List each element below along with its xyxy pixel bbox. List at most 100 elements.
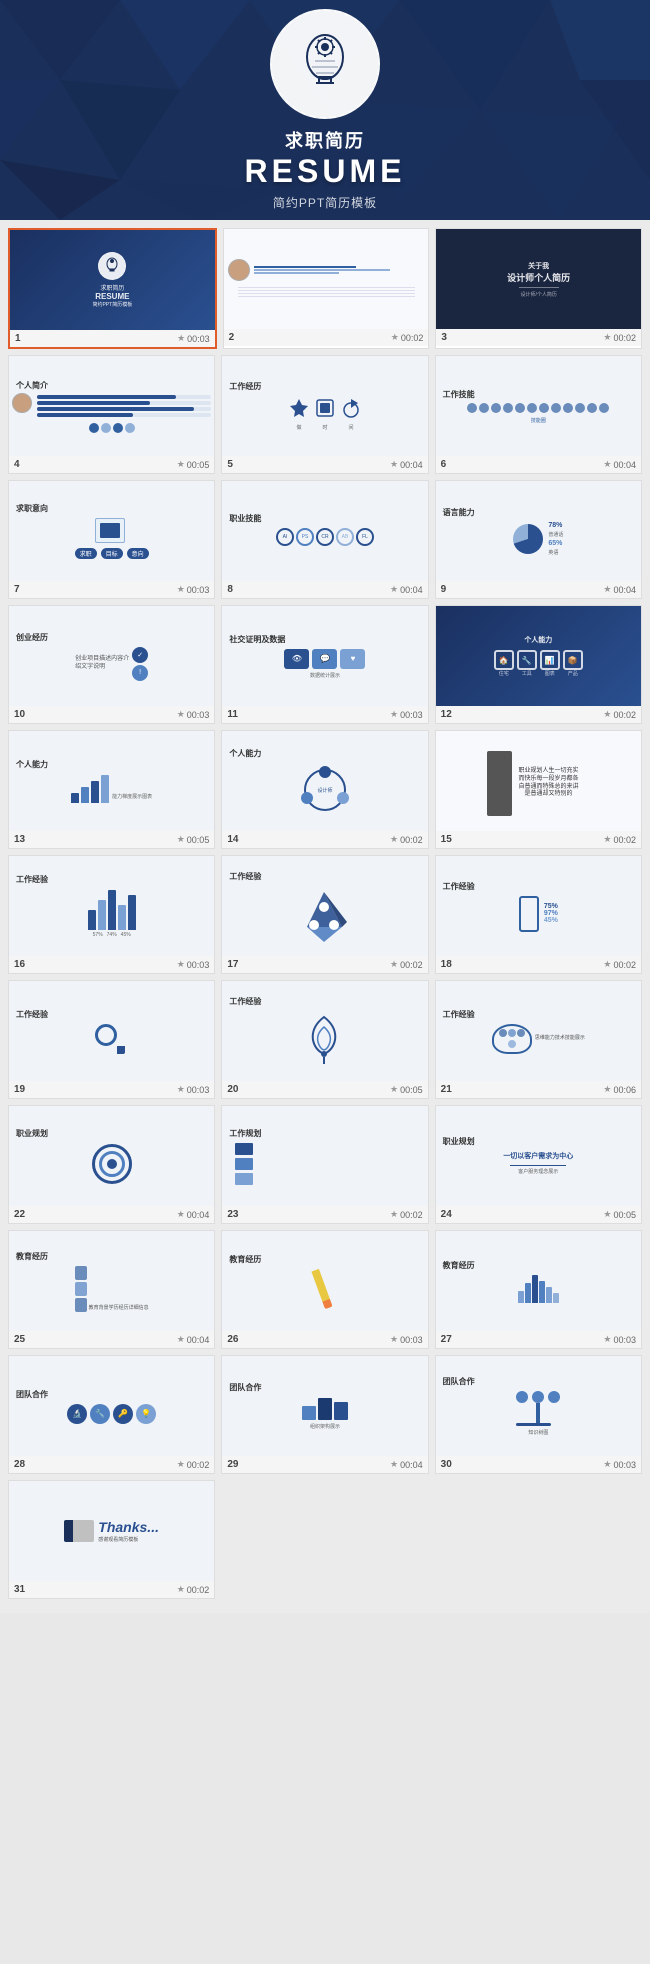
slide-7[interactable]: 求职意向 求职目标意向 xyxy=(8,480,215,599)
slide-row-9: 教育经历 教育背景学历经历详细信息 25 ★ 00:04 xyxy=(8,1230,642,1349)
slide-4-num: 4 xyxy=(14,459,20,470)
slide-4[interactable]: 个人简介 xyxy=(8,355,215,474)
slide-15-num: 15 xyxy=(441,834,452,845)
slide-13-time: ★ 00:05 xyxy=(177,834,210,845)
slide-28-time: ★ 00:02 xyxy=(177,1459,210,1470)
slide-27-time: ★ 00:03 xyxy=(603,1334,636,1345)
slide-6[interactable]: 工作技能 技能圈 6 ★ 00:04 xyxy=(435,355,642,474)
slide-11[interactable]: 社交证明及数据 👁 💬 ♥ 数据统计展示 xyxy=(221,605,428,724)
slide-12-time: ★ 00:02 xyxy=(603,709,636,720)
slide-3-num: 3 xyxy=(441,332,447,343)
slide-7-time: ★ 00:03 xyxy=(177,584,210,595)
slide-row-6: 工作经验 57%74%45% 16 ★ 00:03 xyxy=(8,855,642,974)
slide-24[interactable]: 职业规划 一切以客户需求为中心 客户服务理念展示 24 ★ 00:05 xyxy=(435,1105,642,1224)
slide-3[interactable]: 关于我 设计师个人简历 设计师/个人简历 3 ★ 00:02 xyxy=(435,228,642,349)
slide-15[interactable]: 职业规划人生一切充实而快乐每一段岁月都各自普通而特殊总的来讲是普通却又特别的 1… xyxy=(435,730,642,849)
hero-subtitle: 简约PPT简历模板 xyxy=(245,194,406,211)
slide-29-time: ★ 00:04 xyxy=(390,1459,423,1470)
slide-2[interactable]: 2 ★ 00:02 xyxy=(223,228,430,349)
slide-row-7: 工作经验 19 ★ 00 xyxy=(8,980,642,1099)
slide-12-num: 12 xyxy=(441,709,452,720)
slide-4-time: ★ 00:05 xyxy=(177,459,210,470)
slide-22[interactable]: 职业规划 22 ★ 00:04 xyxy=(8,1105,215,1224)
slide-2-time: ★ 00:02 xyxy=(391,332,424,343)
slide-16[interactable]: 工作经验 57%74%45% 16 ★ 00:03 xyxy=(8,855,215,974)
slide-24-num: 24 xyxy=(441,1209,452,1220)
slide-31[interactable]: Thanks... 感谢观看简历模板 31 ★ 00:02 xyxy=(8,1480,215,1599)
slide-20-time: ★ 00:05 xyxy=(390,1084,423,1095)
slide-22-num: 22 xyxy=(14,1209,25,1220)
slide-row-4: 创业经历 创业项目描述内容介绍文字说明 ✓ ! xyxy=(8,605,642,724)
slide-27[interactable]: 教育经历 27 ★ 00:03 xyxy=(435,1230,642,1349)
slide-3-time: ★ 00:02 xyxy=(603,332,636,343)
slide-1[interactable]: 求职简历 RESUME 简约PPT简历模板 1 ★ 00:03 xyxy=(8,228,217,349)
slide-28[interactable]: 团队合作 🔬 🔧 🔑 💡 28 ★ 00:02 xyxy=(8,1355,215,1474)
svg-text:设计师: 设计师 xyxy=(317,787,332,794)
slide-18-num: 18 xyxy=(441,959,452,970)
slide-5-num: 5 xyxy=(227,459,233,470)
slide-6-num: 6 xyxy=(441,459,447,470)
slide-13[interactable]: 个人能力 能力梯度展示图表 13 ★ 00:05 xyxy=(8,730,215,849)
slide-17-time: ★ 00:02 xyxy=(390,959,423,970)
slide-18-time: ★ 00:02 xyxy=(603,959,636,970)
slide-8-num: 8 xyxy=(227,584,233,595)
slide-30[interactable]: 团队合作 知识树图 xyxy=(435,1355,642,1474)
slide-30-num: 30 xyxy=(441,1459,452,1470)
slide-5-time: ★ 00:04 xyxy=(390,459,423,470)
slide-5[interactable]: 工作经历 做 时 间 xyxy=(221,355,428,474)
slide-9-time: ★ 00:04 xyxy=(603,584,636,595)
slide-25[interactable]: 教育经历 教育背景学历经历详细信息 25 ★ 00:04 xyxy=(8,1230,215,1349)
brain-gear-icon xyxy=(290,29,360,99)
slide-15-time: ★ 00:02 xyxy=(603,834,636,845)
slide-31-time: ★ 00:02 xyxy=(177,1584,210,1595)
slide-25-time: ★ 00:04 xyxy=(177,1334,210,1345)
hero-title-en: RESUME xyxy=(245,153,406,190)
slide-row-2: 个人简介 xyxy=(8,355,642,474)
slide-21-time: ★ 00:06 xyxy=(603,1084,636,1095)
slide-grid: 求职简历 RESUME 简约PPT简历模板 1 ★ 00:03 xyxy=(0,220,650,1613)
slide-17-num: 17 xyxy=(227,959,238,970)
hero-logo-circle xyxy=(270,9,380,119)
slide-23-num: 23 xyxy=(227,1209,238,1220)
slide-27-num: 27 xyxy=(441,1334,452,1345)
slide-row-5: 个人能力 能力梯度展示图表 13 ★ 00:05 xyxy=(8,730,642,849)
slide-19[interactable]: 工作经验 19 ★ 00 xyxy=(8,980,215,1099)
hero-title-cn: 求职简历 xyxy=(245,127,406,153)
slide-13-num: 13 xyxy=(14,834,25,845)
slide-row-10: 团队合作 🔬 🔧 🔑 💡 28 ★ 00:02 团队合作 xyxy=(8,1355,642,1474)
slide-2-num: 2 xyxy=(229,332,235,343)
slide-18[interactable]: 工作经验 75% 97% 45% 18 ★ 00:02 xyxy=(435,855,642,974)
slide-16-time: ★ 00:03 xyxy=(177,959,210,970)
slide-row-8: 职业规划 22 ★ 00:04 工作 xyxy=(8,1105,642,1224)
slide-20[interactable]: 工作经验 20 ★ 00:05 xyxy=(221,980,428,1099)
slide-21[interactable]: 工作经验 思维能力技术技能展示 xyxy=(435,980,642,1099)
slide-14[interactable]: 个人能力 设计师 xyxy=(221,730,428,849)
slide-26[interactable]: 教育经历 26 ★ 00:03 xyxy=(221,1230,428,1349)
slide-20-num: 20 xyxy=(227,1084,238,1095)
hero-banner: 求职简历 RESUME 简约PPT简历模板 xyxy=(0,0,650,220)
slide-24-time: ★ 00:05 xyxy=(603,1209,636,1220)
slide-26-time: ★ 00:03 xyxy=(390,1334,423,1345)
slide-11-num: 11 xyxy=(227,709,238,720)
slide-14-num: 14 xyxy=(227,834,238,845)
slide-row-3: 求职意向 求职目标意向 xyxy=(8,480,642,599)
slide-29-num: 29 xyxy=(227,1459,238,1470)
slide-10[interactable]: 创业经历 创业项目描述内容介绍文字说明 ✓ ! xyxy=(8,605,215,724)
slide-6-time: ★ 00:04 xyxy=(603,459,636,470)
slide-8-time: ★ 00:04 xyxy=(390,584,423,595)
slide-12[interactable]: 个人能力 🏠 住宅 🔧 工具 📊 图表 xyxy=(435,605,642,724)
slide-22-time: ★ 00:04 xyxy=(177,1209,210,1220)
slide-14-time: ★ 00:02 xyxy=(390,834,423,845)
slide-8[interactable]: 职业技能 AI PS CR AB FL 8 ★ 00:04 xyxy=(221,480,428,599)
slide-9-num: 9 xyxy=(441,584,447,595)
hero-content: 求职简历 RESUME 简约PPT简历模板 xyxy=(245,9,406,211)
slide-row-11: Thanks... 感谢观看简历模板 31 ★ 00:02 xyxy=(8,1480,642,1599)
slide-row-1: 求职简历 RESUME 简约PPT简历模板 1 ★ 00:03 xyxy=(8,228,642,349)
slide-29[interactable]: 团队合作 组织架构展示 29 ★ 00:04 xyxy=(221,1355,428,1474)
slide-23[interactable]: 工作规划 xyxy=(221,1105,428,1224)
slide-1-num: 1 xyxy=(15,333,21,344)
slide-9[interactable]: 语言能力 78% 普通话 65% 英语 9 ★ 00:04 xyxy=(435,480,642,599)
slide-28-num: 28 xyxy=(14,1459,25,1470)
slide-23-time: ★ 00:02 xyxy=(390,1209,423,1220)
slide-17[interactable]: 工作经验 xyxy=(221,855,428,974)
